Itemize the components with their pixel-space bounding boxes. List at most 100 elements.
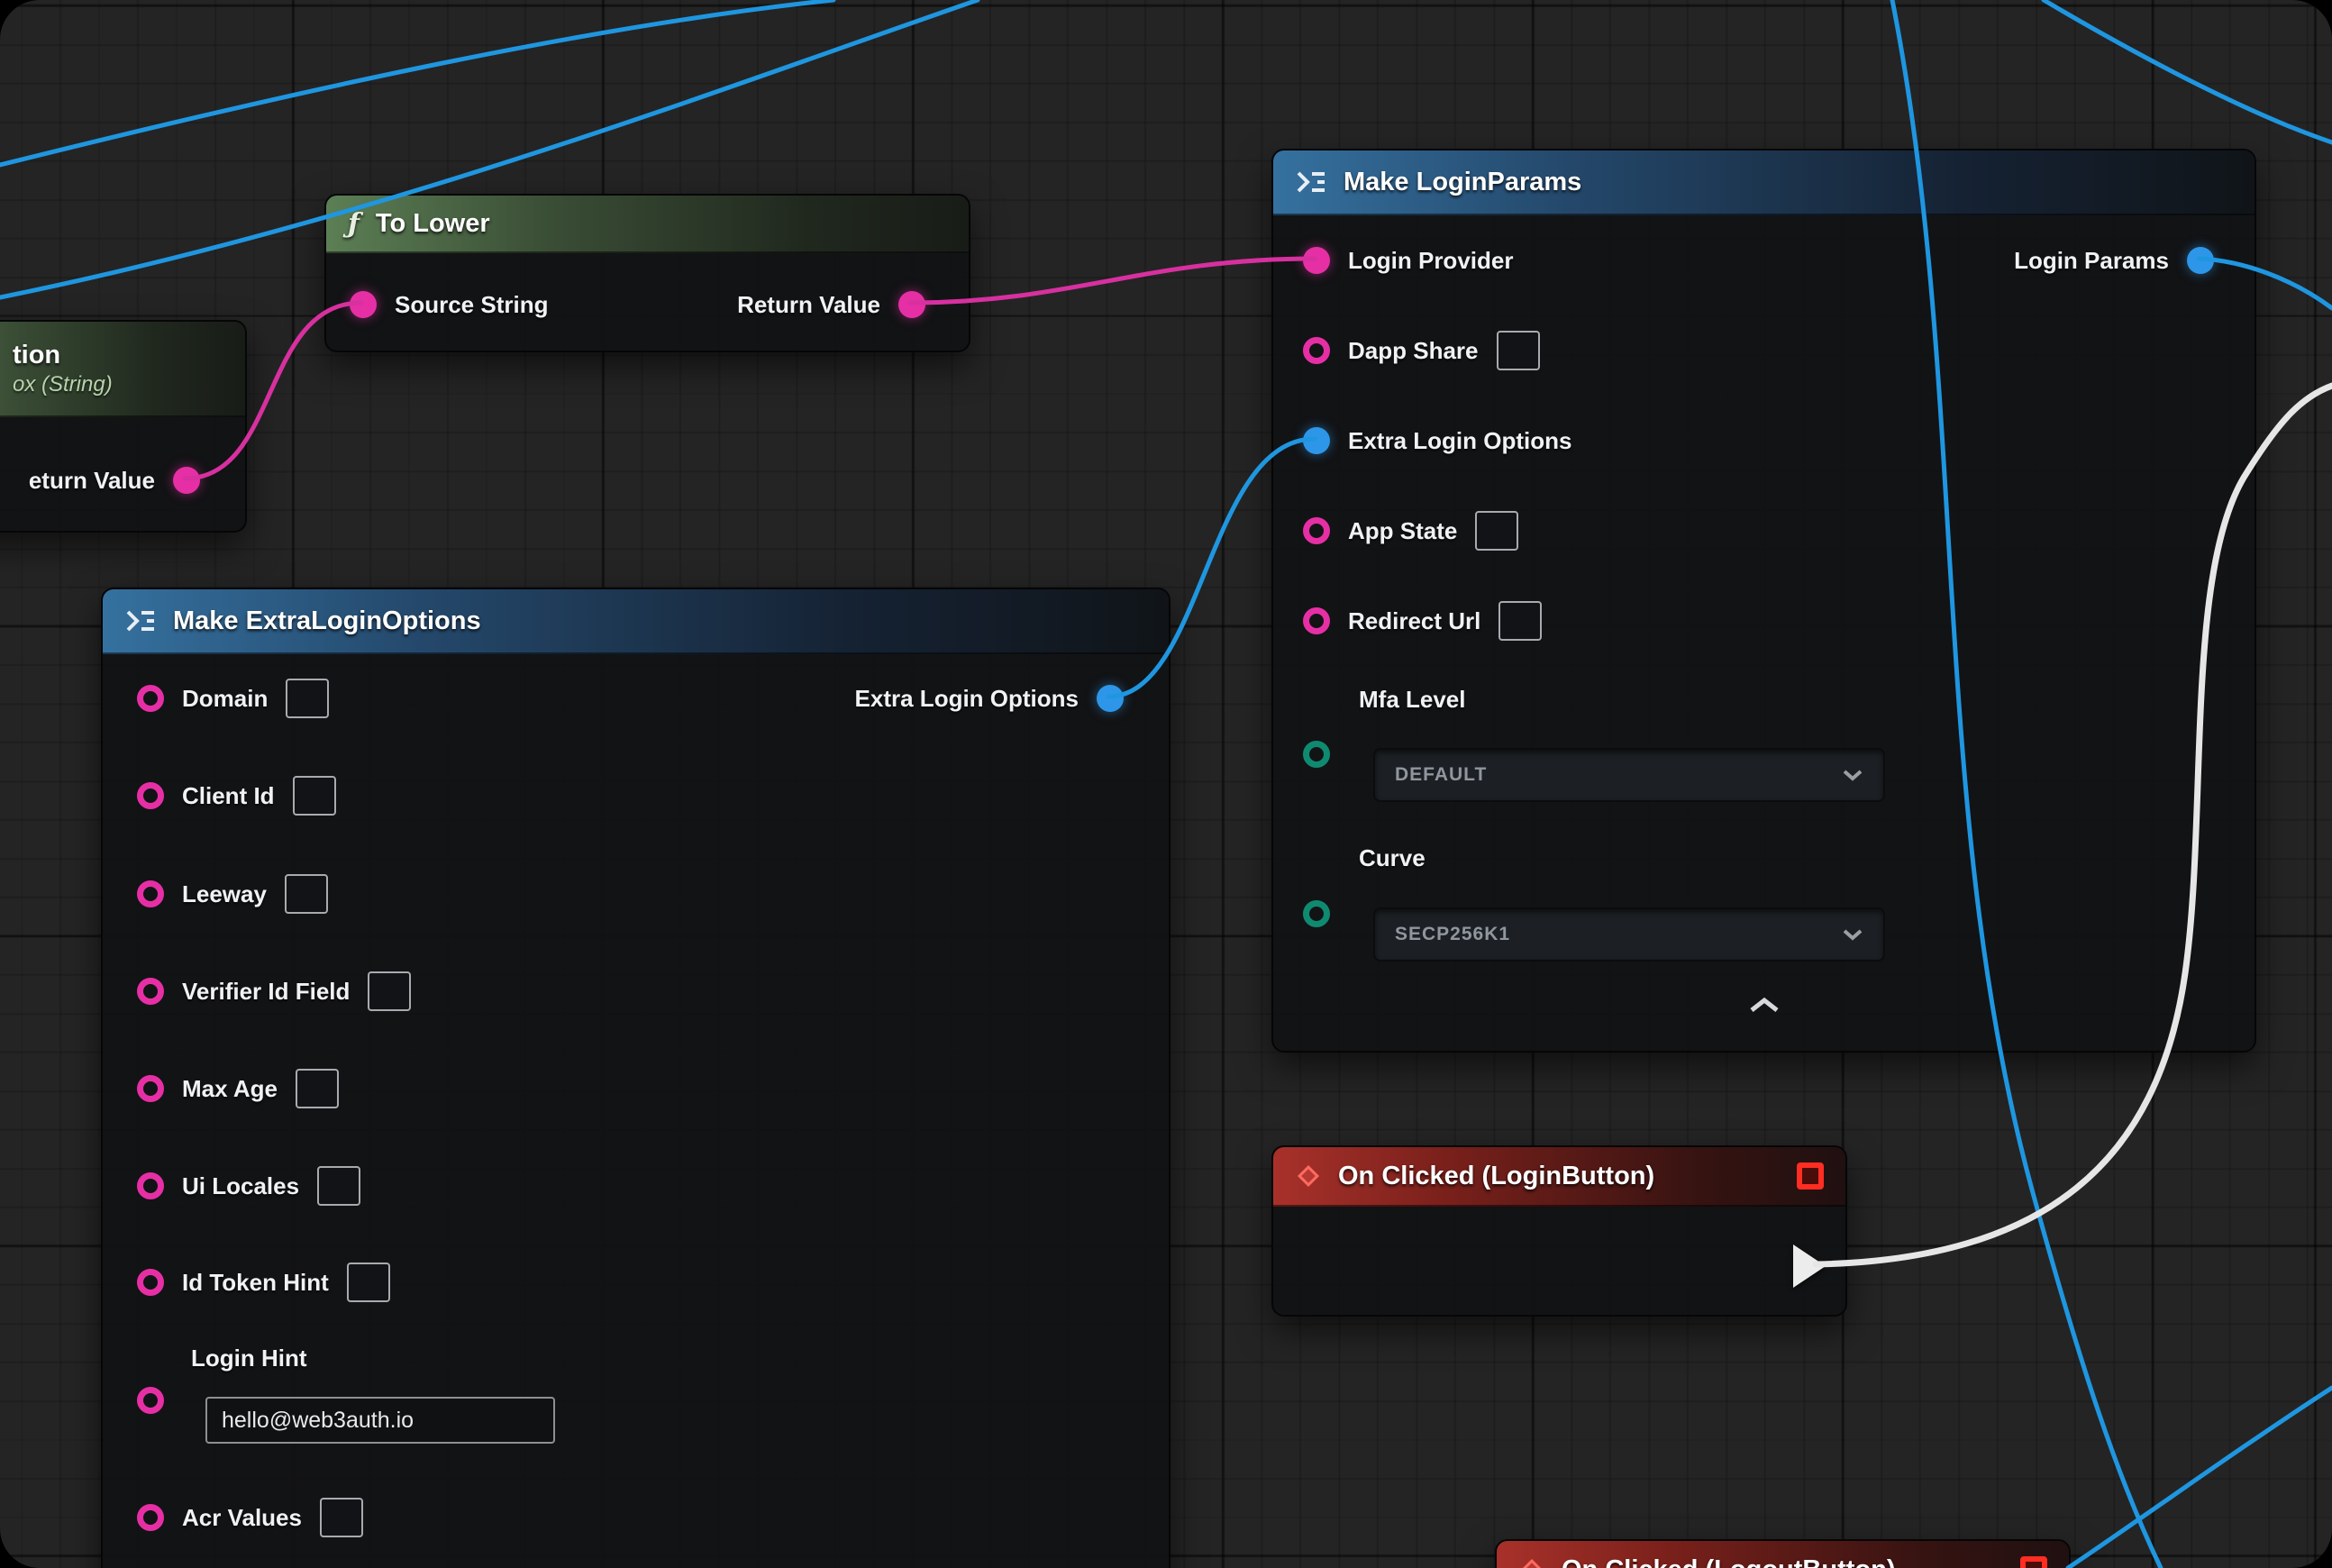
pin-row-max-age: Max Age — [137, 1057, 339, 1120]
source-string-input-pin[interactable] — [350, 291, 377, 318]
node-make-login-header[interactable]: Make LoginParams — [1273, 150, 2255, 215]
dapp-share-input-pin[interactable] — [1303, 337, 1330, 364]
event-diamond-icon — [1518, 1556, 1545, 1568]
node-title: Make ExtraLoginOptions — [173, 606, 481, 636]
chevron-down-icon — [1842, 928, 1863, 941]
pin-label: Client Id — [182, 782, 275, 810]
id-token-hint-value-box[interactable] — [347, 1263, 390, 1302]
app-state-input-pin[interactable] — [1303, 517, 1330, 544]
login-params-output-row: Login Params — [2014, 229, 2214, 292]
node-on-clicked-logout-button[interactable]: On Clicked (LogoutButton) — [1495, 1539, 2071, 1568]
login-hint-label: Login Hint — [191, 1345, 307, 1372]
max-age-input-pin[interactable] — [137, 1075, 164, 1102]
mfa-level-input-pin[interactable] — [1303, 741, 1330, 768]
verifier-id-field-input-pin[interactable] — [137, 978, 164, 1005]
node-left-partial-header[interactable]: tion ox (String) — [0, 322, 245, 417]
source-string-row: Source String — [350, 277, 548, 333]
max-age-value-box[interactable] — [296, 1069, 339, 1108]
pin-label: Ui Locales — [182, 1172, 299, 1200]
exec-output-pin[interactable] — [1793, 1244, 1826, 1288]
node-make-extra-header[interactable]: Make ExtraLoginOptions — [103, 589, 1169, 654]
dapp-share-value-box[interactable] — [1497, 331, 1540, 370]
pin-label: Source String — [395, 291, 548, 319]
node-subtitle: ox (String) — [13, 372, 113, 397]
collapse-node-button[interactable] — [1746, 996, 1782, 1020]
client-id-input-pin[interactable] — [137, 782, 164, 809]
pin-label: Acr Values — [182, 1504, 302, 1532]
return-value-output-pin[interactable] — [173, 467, 200, 494]
wire-tolower-to-login-provider — [910, 259, 1315, 303]
node-make-extra-login-options[interactable]: Make ExtraLoginOptions Extra Login Optio… — [101, 588, 1171, 1568]
id-token-hint-input-pin[interactable] — [137, 1269, 164, 1296]
pin-label: Return Value — [737, 291, 880, 319]
function-icon: ƒ — [348, 208, 360, 240]
make-struct-icon — [124, 607, 157, 634]
mfa-level-label: Mfa Level — [1359, 686, 1466, 714]
node-on-clicked-logout-header[interactable]: On Clicked (LogoutButton) — [1497, 1541, 2069, 1568]
node-to-lower-header[interactable]: ƒ To Lower — [326, 196, 969, 253]
acr-values-input-pin[interactable] — [137, 1504, 164, 1531]
pin-row-app-state: App State — [1303, 499, 1518, 562]
ui-locales-value-box[interactable] — [317, 1166, 360, 1206]
event-diamond-icon — [1295, 1162, 1322, 1190]
return-value-row: eturn Value — [29, 453, 200, 507]
delegate-output-pin[interactable] — [1797, 1162, 1824, 1190]
domain-value-box[interactable] — [286, 679, 329, 718]
curve-dropdown[interactable]: SECP256K1 — [1373, 907, 1885, 962]
return-value-output-pin[interactable] — [898, 291, 925, 318]
redirect-url-input-pin[interactable] — [1303, 607, 1330, 634]
node-on-clicked-login-button[interactable]: On Clicked (LoginButton) — [1271, 1145, 1847, 1317]
node-on-clicked-login-header[interactable]: On Clicked (LoginButton) — [1273, 1147, 1845, 1207]
domain-input-pin[interactable] — [137, 685, 164, 712]
return-value-row: Return Value — [737, 277, 925, 333]
blueprint-graph-canvas[interactable]: tion ox (String) eturn Value ƒ To Lower … — [0, 0, 2332, 1568]
acr-values-value-box[interactable] — [320, 1498, 363, 1537]
node-title: Make LoginParams — [1344, 168, 1581, 197]
client-id-value-box[interactable] — [293, 776, 336, 816]
ui-locales-input-pin[interactable] — [137, 1172, 164, 1199]
pin-row-ui-locales: Ui Locales — [137, 1154, 360, 1217]
chevron-down-icon — [1842, 769, 1863, 781]
redirect-url-value-box[interactable] — [1498, 601, 1542, 641]
node-left-partial[interactable]: tion ox (String) eturn Value — [0, 320, 247, 533]
mfa-level-dropdown[interactable]: DEFAULT — [1373, 748, 1885, 802]
pin-row-dapp-share: Dapp Share — [1303, 319, 1540, 382]
curve-input-pin[interactable] — [1303, 900, 1330, 927]
login-hint-input-pin[interactable] — [137, 1387, 164, 1414]
leeway-value-box[interactable] — [285, 874, 328, 914]
login-hint-text-input[interactable]: hello@web3auth.io — [205, 1397, 555, 1444]
app-state-value-box[interactable] — [1475, 511, 1518, 551]
pin-label: Dapp Share — [1348, 337, 1479, 365]
pin-label: Id Token Hint — [182, 1269, 329, 1297]
pin-label: Domain — [182, 685, 268, 713]
pin-label: Login Params — [2014, 247, 2169, 275]
extra-login-options-input-pin[interactable] — [1303, 427, 1330, 454]
extra-login-options-output-row: Extra Login Options — [855, 667, 1124, 730]
pin-label: Leeway — [182, 880, 267, 908]
pin-row-verifier-id-field: Verifier Id Field — [137, 960, 411, 1023]
extra-login-options-output-pin[interactable] — [1097, 685, 1124, 712]
wire-blue-bottomright — [2068, 1388, 2332, 1568]
login-params-output-pin[interactable] — [2187, 247, 2214, 274]
pin-row-leeway: Leeway — [137, 862, 328, 925]
pin-label: App State — [1348, 517, 1457, 545]
node-title: tion — [13, 341, 60, 370]
curve-label: Curve — [1359, 844, 1426, 872]
login-provider-input-pin[interactable] — [1303, 247, 1330, 274]
curve-selected-value: SECP256K1 — [1395, 924, 1510, 945]
pin-row-client-id: Client Id — [137, 764, 336, 827]
node-make-login-params[interactable]: Make LoginParams Login Provider Login Pa… — [1271, 149, 2256, 1053]
node-to-lower[interactable]: ƒ To Lower Source String Return Value — [324, 194, 970, 352]
pin-row-extra-login-options: Extra Login Options — [1303, 409, 1571, 472]
verifier-id-field-value-box[interactable] — [368, 971, 411, 1011]
pin-row-login-provider: Login Provider — [1303, 229, 1513, 292]
delegate-output-pin[interactable] — [2020, 1556, 2047, 1568]
pin-label: Max Age — [182, 1075, 278, 1103]
pin-label: Login Provider — [1348, 247, 1513, 275]
chevron-up-icon — [1746, 996, 1782, 1016]
leeway-input-pin[interactable] — [137, 880, 164, 907]
pin-label: Extra Login Options — [1348, 427, 1571, 455]
wire-blue-topright — [2044, 0, 2332, 142]
pin-label: eturn Value — [29, 467, 155, 495]
node-title: On Clicked (LoginButton) — [1338, 1162, 1654, 1191]
